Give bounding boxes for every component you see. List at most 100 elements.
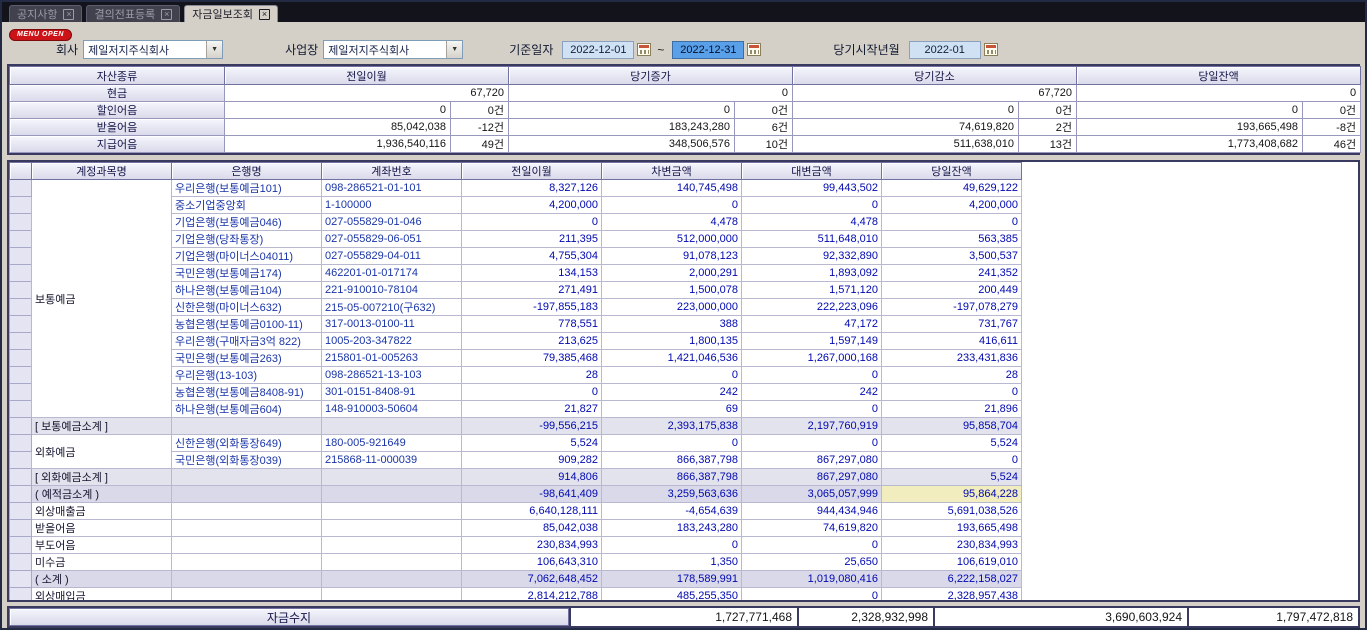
row-selector-cell[interactable] <box>10 537 32 554</box>
summary-amount-cell[interactable]: 74,619,820 <box>793 119 1019 136</box>
account-number-cell[interactable] <box>322 503 462 520</box>
row-selector-cell[interactable] <box>10 469 32 486</box>
account-number-cell[interactable]: 1005-203-347822 <box>322 333 462 350</box>
detail-header-gutter[interactable] <box>10 163 32 180</box>
account-group-cell[interactable]: 보통예금 <box>32 180 172 418</box>
row-selector-cell[interactable] <box>10 367 32 384</box>
summary-amount-cell[interactable]: 511,638,010 <box>793 136 1019 153</box>
prev-balance-cell[interactable]: 4,755,304 <box>462 248 602 265</box>
prev-balance-cell[interactable]: 230,834,993 <box>462 537 602 554</box>
today-balance-cell[interactable]: 95,858,704 <box>882 418 1022 435</box>
debit-cell[interactable]: 4,478 <box>602 214 742 231</box>
account-number-cell[interactable]: 215801-01-005263 <box>322 350 462 367</box>
credit-cell[interactable]: 0 <box>742 367 882 384</box>
date-to-input[interactable]: 2022-12-31 <box>672 41 744 59</box>
today-balance-cell[interactable]: 106,619,010 <box>882 554 1022 571</box>
bank-name-cell[interactable]: 국민은행(보통예금263) <box>172 350 322 367</box>
account-number-cell[interactable]: 215868-11-000039 <box>322 452 462 469</box>
bank-name-cell[interactable] <box>172 554 322 571</box>
tab-2[interactable]: 결의전표등록× <box>86 5 180 22</box>
bank-name-cell[interactable] <box>172 503 322 520</box>
debit-cell[interactable]: -4,654,639 <box>602 503 742 520</box>
summary-amount-cell[interactable]: 348,506,576 <box>509 136 735 153</box>
debit-cell[interactable]: 1,800,135 <box>602 333 742 350</box>
prev-balance-cell[interactable]: 211,395 <box>462 231 602 248</box>
debit-cell[interactable]: 866,387,798 <box>602 452 742 469</box>
row-selector-cell[interactable] <box>10 435 32 452</box>
bank-name-cell[interactable] <box>172 520 322 537</box>
row-selector-cell[interactable] <box>10 418 32 435</box>
summary-amount-cell[interactable]: 0 <box>509 102 735 119</box>
summary-count-cell[interactable]: -12건 <box>451 119 509 136</box>
bank-name-cell[interactable]: 농협은행(보통예금8408-91) <box>172 384 322 401</box>
row-selector-cell[interactable] <box>10 588 32 603</box>
summary-amount-cell[interactable]: 0 <box>225 102 451 119</box>
row-selector-cell[interactable] <box>10 333 32 350</box>
debit-cell[interactable]: 178,589,991 <box>602 571 742 588</box>
credit-cell[interactable]: 867,297,080 <box>742 452 882 469</box>
bank-name-cell[interactable] <box>172 588 322 603</box>
credit-cell[interactable]: 242 <box>742 384 882 401</box>
prev-balance-cell[interactable]: 213,625 <box>462 333 602 350</box>
calendar-icon[interactable] <box>637 43 651 56</box>
account-name-cell[interactable]: 외상매입금 <box>32 588 172 603</box>
account-name-cell[interactable]: [ 외화예금소계 ] <box>32 469 172 486</box>
bank-name-cell[interactable]: 하나은행(보통예금104) <box>172 282 322 299</box>
account-number-cell[interactable] <box>322 418 462 435</box>
summary-amount-cell[interactable]: 0 <box>1077 85 1361 102</box>
credit-cell[interactable]: 47,172 <box>742 316 882 333</box>
bank-name-cell[interactable]: 우리은행(13-103) <box>172 367 322 384</box>
today-balance-cell[interactable]: 241,352 <box>882 265 1022 282</box>
row-selector-cell[interactable] <box>10 214 32 231</box>
summary-count-cell[interactable]: 46건 <box>1303 136 1361 153</box>
prev-balance-cell[interactable]: 85,042,038 <box>462 520 602 537</box>
credit-cell[interactable]: 0 <box>742 588 882 603</box>
company-select[interactable]: 제일저지주식회사 ▼ <box>83 40 223 59</box>
bank-name-cell[interactable] <box>172 469 322 486</box>
today-balance-cell[interactable]: 0 <box>882 452 1022 469</box>
summary-count-cell[interactable]: 0건 <box>1303 102 1361 119</box>
row-selector-cell[interactable] <box>10 350 32 367</box>
today-balance-cell[interactable]: 200,449 <box>882 282 1022 299</box>
summary-count-cell[interactable]: 0건 <box>735 102 793 119</box>
account-group-cell[interactable]: 외화예금 <box>32 435 172 469</box>
account-number-cell[interactable] <box>322 520 462 537</box>
credit-cell[interactable]: 944,434,946 <box>742 503 882 520</box>
row-selector-cell[interactable] <box>10 282 32 299</box>
bank-name-cell[interactable]: 기업은행(당좌통장) <box>172 231 322 248</box>
account-number-cell[interactable]: 317-0013-0100-11 <box>322 316 462 333</box>
debit-cell[interactable]: 388 <box>602 316 742 333</box>
credit-cell[interactable]: 3,065,057,999 <box>742 486 882 503</box>
debit-cell[interactable]: 0 <box>602 435 742 452</box>
prev-balance-cell[interactable]: -98,641,409 <box>462 486 602 503</box>
today-balance-cell[interactable]: 193,665,498 <box>882 520 1022 537</box>
tab-3[interactable]: 자금일보조회× <box>184 5 278 22</box>
summary-amount-cell[interactable]: 0 <box>1077 102 1303 119</box>
site-select[interactable]: 제일저지주식회사 ▼ <box>323 40 463 59</box>
summary-row-label[interactable]: 할인어음 <box>10 102 225 119</box>
debit-cell[interactable]: 223,000,000 <box>602 299 742 316</box>
today-balance-cell[interactable]: -197,078,279 <box>882 299 1022 316</box>
chevron-down-icon[interactable]: ▼ <box>446 41 462 58</box>
debit-cell[interactable]: 2,000,291 <box>602 265 742 282</box>
row-selector-cell[interactable] <box>10 401 32 418</box>
account-number-cell[interactable] <box>322 537 462 554</box>
debit-cell[interactable]: 485,255,350 <box>602 588 742 603</box>
debit-cell[interactable]: 0 <box>602 197 742 214</box>
debit-cell[interactable]: 183,243,280 <box>602 520 742 537</box>
row-selector-cell[interactable] <box>10 503 32 520</box>
debit-cell[interactable]: 2,393,175,838 <box>602 418 742 435</box>
account-number-cell[interactable]: 180-005-921649 <box>322 435 462 452</box>
row-selector-cell[interactable] <box>10 265 32 282</box>
today-balance-cell[interactable]: 49,629,122 <box>882 180 1022 197</box>
bank-name-cell[interactable] <box>172 418 322 435</box>
calendar-icon[interactable] <box>984 43 998 56</box>
prev-balance-cell[interactable]: 28 <box>462 367 602 384</box>
account-number-cell[interactable] <box>322 469 462 486</box>
debit-cell[interactable]: 69 <box>602 401 742 418</box>
credit-cell[interactable]: 1,019,080,416 <box>742 571 882 588</box>
prev-balance-cell[interactable]: 79,385,468 <box>462 350 602 367</box>
account-number-cell[interactable]: 027-055829-04-011 <box>322 248 462 265</box>
today-balance-cell[interactable]: 731,767 <box>882 316 1022 333</box>
account-number-cell[interactable]: 1-100000 <box>322 197 462 214</box>
